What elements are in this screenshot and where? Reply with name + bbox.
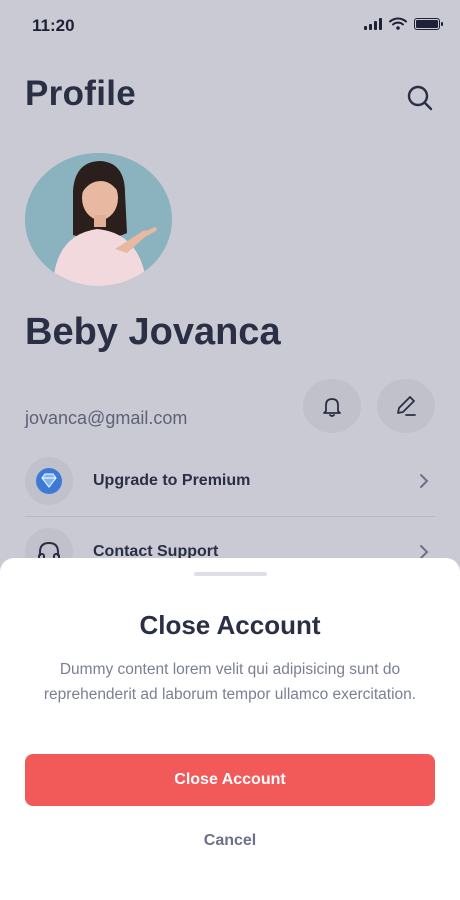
status-time: 11:20 [32,16,75,35]
sheet-description: Dummy content lorem velit qui adipisicin… [43,661,417,703]
close-account-sheet: Close Account Dummy content lorem velit … [0,558,460,900]
search-icon [407,85,433,111]
avatar [25,153,172,286]
status-bar: 11:20 [0,0,460,52]
menu-item-upgrade[interactable]: Upgrade to Premium [25,451,435,511]
wifi-icon [389,17,407,30]
signal-icon [364,17,382,30]
menu-icon-container [25,457,73,505]
chevron-right-icon [420,474,429,488]
edit-profile-button[interactable] [377,379,435,433]
notifications-button[interactable] [303,379,361,433]
avatar-photo [25,153,172,286]
user-name: Beby Jovanca [25,311,281,353]
user-email: jovanca@gmail.com [25,408,188,428]
battery-icon [414,17,443,30]
status-icons [364,17,443,30]
sheet-drag-handle[interactable] [194,572,267,576]
page-title: Profile [25,74,137,113]
search-button[interactable] [402,80,438,116]
cancel-button[interactable]: Cancel [0,832,460,850]
menu-divider [25,516,435,517]
menu-item-label: Upgrade to Premium [93,472,251,489]
diamond-icon [36,468,62,494]
pencil-icon [397,396,416,416]
bell-icon [323,398,341,417]
sheet-title: Close Account [139,610,321,640]
close-account-button[interactable]: Close Account [25,754,435,806]
